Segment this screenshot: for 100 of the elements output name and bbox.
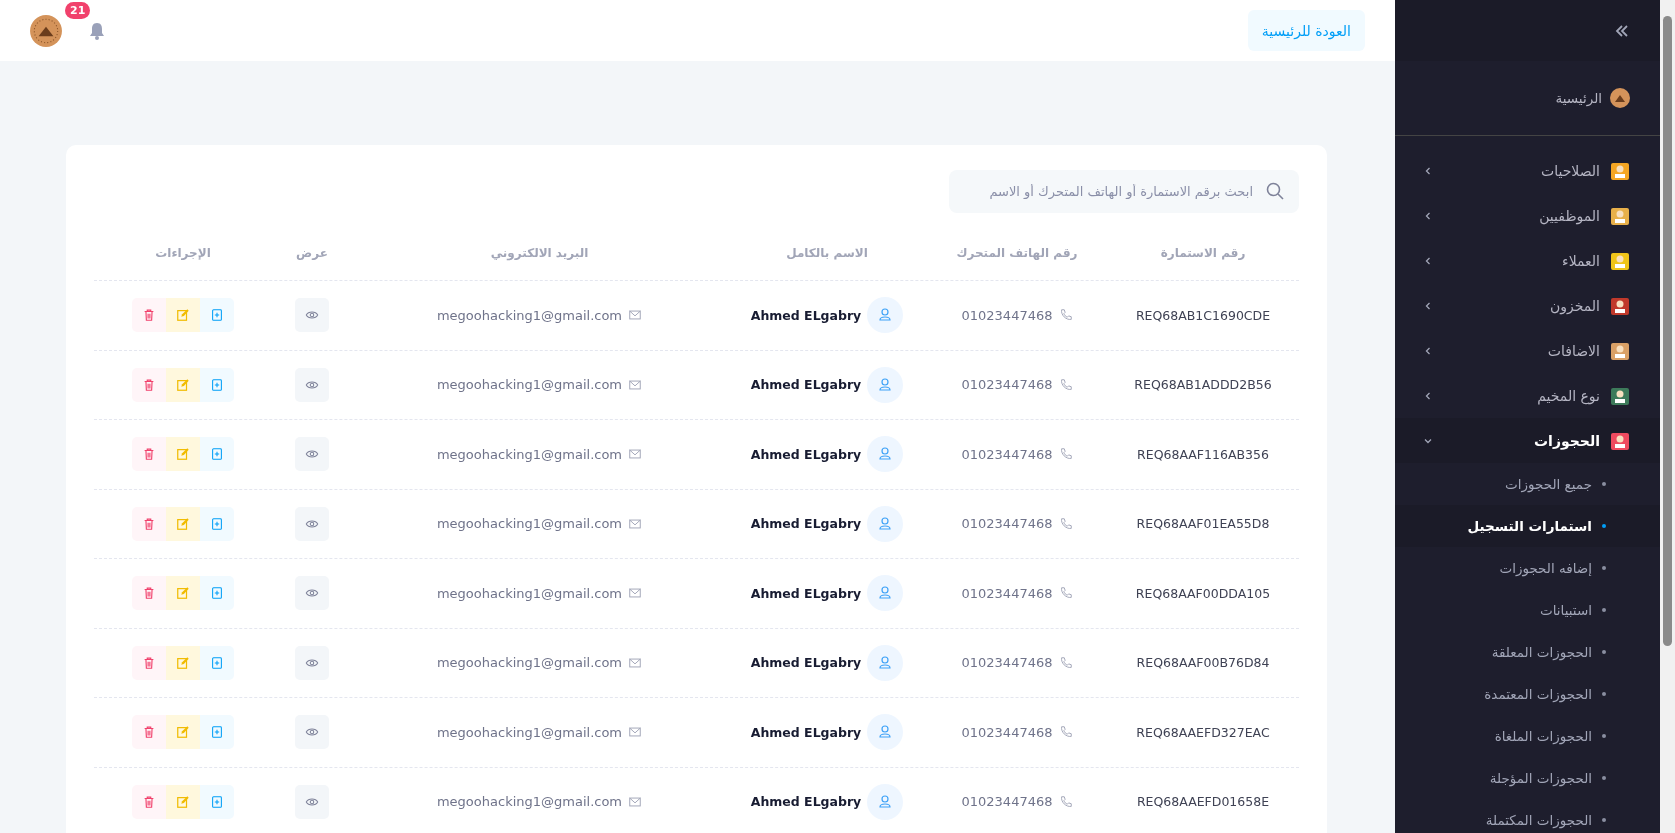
sidebar-item[interactable]: نوع المخيم <box>1395 373 1660 418</box>
view-button[interactable] <box>295 367 329 402</box>
add-note-button[interactable] <box>200 715 234 750</box>
user-avatar-icon <box>867 297 904 334</box>
sidebar-item[interactable]: الاضافات <box>1395 328 1660 373</box>
delete-button[interactable] <box>132 437 166 472</box>
edit-icon <box>176 447 190 462</box>
sidebar-item[interactable]: العملاء <box>1395 238 1660 283</box>
edit-button[interactable] <box>166 437 200 472</box>
table-cell: 01023447468 <box>961 307 1053 323</box>
table-cell: REQ68AB1C1690CDE <box>1135 307 1271 323</box>
add-note-button[interactable] <box>200 367 234 402</box>
column-header: رقم الاستمارة <box>1160 246 1246 260</box>
plus-note-icon <box>210 794 224 809</box>
plus-note-icon <box>210 377 224 392</box>
table-cell: megoohacking1@gmail.com <box>436 307 623 323</box>
table-cell: megoohacking1@gmail.com <box>436 794 623 810</box>
add-note-button[interactable] <box>200 298 234 333</box>
phone-icon <box>1058 794 1073 809</box>
scrollbar[interactable] <box>1660 0 1675 833</box>
add-note-button[interactable] <box>200 437 234 472</box>
trash-icon <box>142 516 156 531</box>
view-button[interactable] <box>295 784 329 819</box>
table-cell: 01023447468 <box>961 585 1053 601</box>
view-button[interactable] <box>295 437 329 472</box>
mail-icon <box>628 377 643 392</box>
add-note-button[interactable] <box>200 645 234 680</box>
table-cell: Ahmed ELgabry <box>750 307 862 323</box>
delete-button[interactable] <box>132 298 166 333</box>
edit-button[interactable] <box>166 715 200 750</box>
user-avatar-icon <box>867 575 904 612</box>
view-button[interactable] <box>295 645 329 680</box>
phone-icon <box>1058 447 1073 462</box>
submenu-item[interactable]: استبيانات <box>1395 589 1660 631</box>
sidebar-item[interactable]: الحجوزات <box>1395 418 1660 463</box>
delete-button[interactable] <box>132 576 166 611</box>
mail-icon <box>628 308 643 323</box>
collapse-icon[interactable] <box>1614 22 1630 39</box>
add-note-button[interactable] <box>200 506 234 541</box>
edit-icon <box>176 516 190 531</box>
mail-icon <box>628 586 643 601</box>
table-cell: 01023447468 <box>961 724 1053 740</box>
table-cell: 01023447468 <box>961 446 1053 462</box>
delete-button[interactable] <box>132 784 166 819</box>
submenu-item[interactable]: إضافه الحجوزات <box>1395 547 1660 589</box>
table-cell: Ahmed ELgabry <box>750 377 862 393</box>
submenu-item[interactable]: الحجوزات المعلقة <box>1395 631 1660 673</box>
submenu-item[interactable]: الحجوزات المعتمدة <box>1395 673 1660 715</box>
user-avatar-icon <box>867 366 904 403</box>
trash-icon <box>142 655 156 670</box>
search-icon <box>1265 181 1285 201</box>
add-note-button[interactable] <box>200 784 234 819</box>
add-note-button[interactable] <box>200 576 234 611</box>
table-cell: 01023447468 <box>961 655 1053 671</box>
edit-button[interactable] <box>166 784 200 819</box>
view-button[interactable] <box>295 298 329 333</box>
view-button[interactable] <box>295 506 329 541</box>
submenu-item[interactable]: الحجوزات المكتملة <box>1395 799 1660 833</box>
table-cell: megoohacking1@gmail.com <box>436 585 623 601</box>
plus-note-icon <box>210 725 224 740</box>
table-cell: megoohacking1@gmail.com <box>436 655 623 671</box>
phone-icon <box>1058 725 1073 740</box>
sidebar-item[interactable]: الموظفيين <box>1395 193 1660 238</box>
submenu-item[interactable]: جميع الحجوزات <box>1395 463 1660 505</box>
column-header: الإجراءات <box>155 246 211 260</box>
logo-avatar[interactable] <box>29 13 63 48</box>
column-header: رقم الهاتف المتحرك <box>956 246 1078 260</box>
table-cell: REQ68AAF01EA55D8 <box>1136 516 1270 532</box>
table-cell: REQ68AB1ADDD2B56 <box>1134 377 1272 393</box>
edit-icon <box>176 794 190 809</box>
table-cell: REQ68AAEFD01658E <box>1136 794 1270 810</box>
submenu-item[interactable]: استمارات التسجيل <box>1395 505 1660 547</box>
delete-button[interactable] <box>132 715 166 750</box>
submenu-item[interactable]: الحجوزات الملغاة <box>1395 715 1660 757</box>
edit-button[interactable] <box>166 367 200 402</box>
edit-button[interactable] <box>166 298 200 333</box>
bell-icon[interactable] <box>87 20 107 41</box>
table-cell: REQ68AAF00B76D84 <box>1136 655 1270 671</box>
phone-icon <box>1058 308 1073 323</box>
column-header: الاسم بالكامل <box>786 246 868 260</box>
trash-icon <box>142 794 156 809</box>
sidebar-item[interactable]: المخزون <box>1395 283 1660 328</box>
mail-icon <box>628 655 643 670</box>
delete-button[interactable] <box>132 506 166 541</box>
delete-button[interactable] <box>132 367 166 402</box>
edit-button[interactable] <box>166 576 200 611</box>
table-cell: REQ68AAF00DDA105 <box>1135 585 1271 601</box>
edit-button[interactable] <box>166 645 200 680</box>
edit-button[interactable] <box>166 506 200 541</box>
plus-note-icon <box>210 447 224 462</box>
view-button[interactable] <box>295 715 329 750</box>
mail-icon <box>628 447 643 462</box>
phone-icon <box>1058 655 1073 670</box>
submenu-item[interactable]: الحجوزات المؤجلة <box>1395 757 1660 799</box>
home-menu-item[interactable]: الرئيسية <box>1555 90 1602 106</box>
view-button[interactable] <box>295 576 329 611</box>
delete-button[interactable] <box>132 645 166 680</box>
table-cell: REQ68AAEFD327EAC <box>1136 724 1270 740</box>
mail-icon <box>628 794 643 809</box>
sidebar-item[interactable]: الصلاحيات <box>1395 148 1660 193</box>
